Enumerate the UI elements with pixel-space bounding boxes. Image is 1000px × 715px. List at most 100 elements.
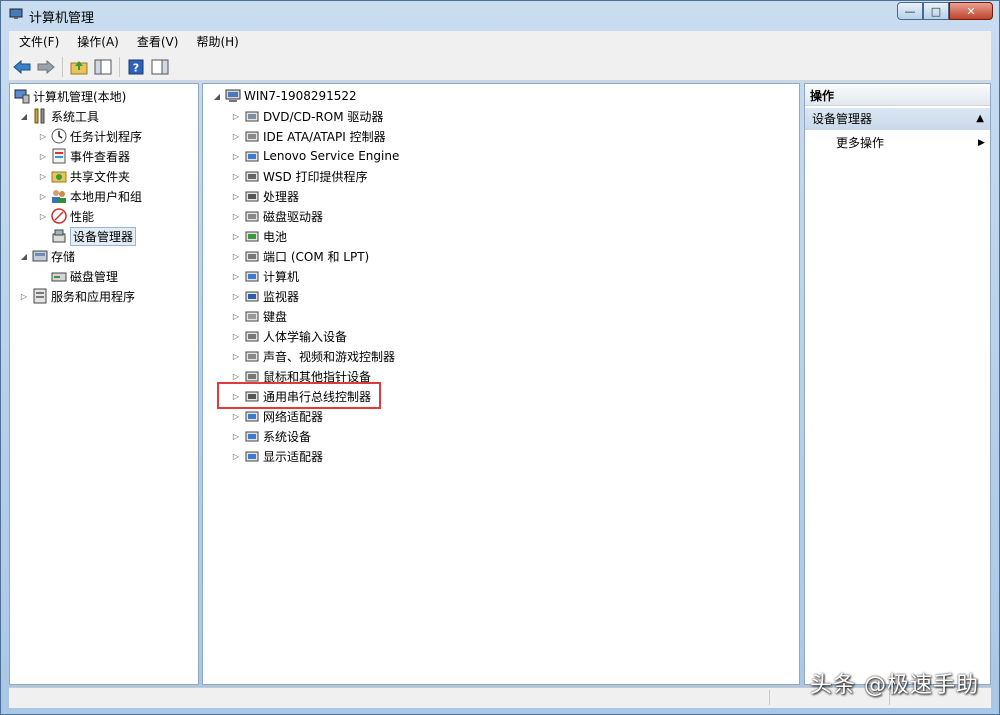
- actions-section-device-manager[interactable]: 设备管理器 ▲: [805, 108, 990, 130]
- expand-arrow-icon[interactable]: ▷: [230, 186, 242, 206]
- collapse-arrow-icon[interactable]: ◢: [18, 246, 30, 266]
- highlight-annotation-box: [217, 382, 381, 409]
- menu-help[interactable]: 帮助(H): [186, 31, 246, 53]
- help-icon: ?: [128, 59, 144, 74]
- tree-node-event-viewer[interactable]: ▷ 事件查看器: [37, 146, 130, 166]
- expand-arrow-icon[interactable]: ▷: [230, 246, 242, 266]
- console-tree-pane[interactable]: 计算机管理(本地) ◢ 系统工具 ▷ 任务计划程序 ▷ 事件查看器 ▷ 共享文件…: [9, 83, 199, 685]
- storage-icon: [32, 250, 48, 262]
- svg-text:?: ?: [133, 61, 139, 74]
- expand-arrow-icon[interactable]: ▷: [230, 426, 242, 446]
- tree-label-storage: 存储: [51, 249, 76, 264]
- expand-arrow-icon[interactable]: ▷: [230, 166, 242, 186]
- maximize-button[interactable]: □: [923, 2, 949, 20]
- more-actions-item[interactable]: 更多操作 ▶: [836, 134, 985, 152]
- device-category-item[interactable]: ▷ 监视器: [230, 286, 299, 306]
- show-hide-action-pane-button[interactable]: [149, 56, 171, 78]
- device-category-item[interactable]: ▷ 人体学输入设备: [230, 326, 347, 346]
- device-category-label: 端口 (COM 和 LPT): [263, 249, 370, 264]
- device-category-item[interactable]: ▷ 系统设备: [230, 426, 311, 446]
- device-category-item[interactable]: ▷ 网络适配器: [230, 406, 323, 426]
- expand-arrow-icon[interactable]: ▷: [230, 306, 242, 326]
- tree-node-task-scheduler[interactable]: ▷ 任务计划程序: [37, 126, 142, 146]
- title-bar[interactable]: 计算机管理 — □ ✕: [1, 1, 999, 29]
- device-category-item[interactable]: ▷ IDE ATA/ATAPI 控制器: [230, 126, 386, 146]
- expand-arrow-icon[interactable]: ▷: [230, 406, 242, 426]
- up-button[interactable]: [68, 56, 90, 78]
- tree-label-performance: 性能: [70, 209, 95, 224]
- collapse-arrow-icon[interactable]: ◢: [18, 106, 30, 126]
- device-category-icon: [245, 331, 259, 342]
- device-category-item[interactable]: ▷ WSD 打印提供程序: [230, 166, 368, 186]
- tree-node-performance[interactable]: ▷ 性能: [37, 206, 94, 226]
- device-category-item[interactable]: ▷ Lenovo Service Engine: [230, 146, 399, 166]
- device-category-item[interactable]: ▷ 处理器: [230, 186, 299, 206]
- help-button[interactable]: ?: [125, 56, 147, 78]
- tree-node-root[interactable]: 计算机管理(本地): [12, 86, 126, 106]
- tree-node-shared-folders[interactable]: ▷ 共享文件夹: [37, 166, 130, 186]
- device-category-icon: [245, 191, 259, 202]
- device-category-item[interactable]: ▷ 端口 (COM 和 LPT): [230, 246, 369, 266]
- device-category-item[interactable]: ▷ 磁盘驱动器: [230, 206, 323, 226]
- tree-node-disk-management[interactable]: 磁盘管理: [49, 266, 118, 286]
- device-tree-root[interactable]: ◢ WIN7-1908291522: [211, 86, 357, 106]
- device-category-icon: [245, 131, 259, 142]
- expand-arrow-icon[interactable]: ▷: [230, 266, 242, 286]
- expand-arrow-icon[interactable]: ▷: [37, 166, 49, 186]
- tree-node-local-users[interactable]: ▷ 本地用户和组: [37, 186, 142, 206]
- device-category-label: 监视器: [263, 289, 300, 304]
- expand-arrow-icon[interactable]: ▷: [230, 106, 242, 126]
- back-arrow-icon: [13, 59, 31, 74]
- device-category-item[interactable]: ▷ 显示适配器: [230, 446, 323, 466]
- collapse-arrow-icon[interactable]: ◢: [211, 86, 223, 106]
- more-actions-label: 更多操作: [836, 136, 885, 150]
- toolbar-separator: [62, 56, 63, 77]
- expand-arrow-icon[interactable]: ▷: [230, 126, 242, 146]
- watermark-text: 头条 @极速手助: [810, 673, 979, 698]
- expand-arrow-icon[interactable]: ▷: [37, 126, 49, 146]
- tree-label-event-viewer: 事件查看器: [70, 149, 131, 164]
- expand-arrow-icon[interactable]: ▷: [37, 186, 49, 206]
- expand-arrow-icon[interactable]: ▷: [37, 206, 49, 226]
- device-category-item[interactable]: ▷ 声音、视频和游戏控制器: [230, 346, 395, 366]
- expand-arrow-icon[interactable]: ▷: [230, 446, 242, 466]
- menu-action[interactable]: 操作(A): [67, 31, 127, 53]
- collapse-up-icon[interactable]: ▲: [976, 108, 984, 130]
- tree-node-storage[interactable]: ◢ 存储: [18, 246, 75, 266]
- device-manager-icon: [52, 229, 66, 243]
- device-category-item[interactable]: ▷ DVD/CD-ROM 驱动器: [230, 106, 384, 126]
- tree-node-system-tools[interactable]: ◢ 系统工具: [18, 106, 99, 126]
- actions-section-label: 设备管理器: [812, 112, 873, 126]
- expand-arrow-icon[interactable]: ▷: [18, 286, 30, 306]
- tree-label-task-scheduler: 任务计划程序: [70, 129, 143, 144]
- expand-arrow-icon[interactable]: ▷: [230, 206, 242, 226]
- tree-node-services-apps[interactable]: ▷ 服务和应用程序: [18, 286, 135, 306]
- shared-folder-icon: [51, 171, 67, 183]
- show-hide-tree-button[interactable]: [92, 56, 114, 78]
- expand-arrow-icon[interactable]: ▷: [230, 326, 242, 346]
- minimize-button[interactable]: —: [897, 2, 923, 20]
- computer-icon: [225, 89, 241, 102]
- menu-file[interactable]: 文件(F): [9, 31, 67, 53]
- close-button[interactable]: ✕: [949, 2, 993, 20]
- expand-arrow-icon[interactable]: ▷: [230, 226, 242, 246]
- menu-view[interactable]: 查看(V): [127, 31, 187, 53]
- device-category-icon: [245, 151, 259, 162]
- device-category-label: 电池: [263, 229, 288, 244]
- device-category-item[interactable]: ▷ 键盘: [230, 306, 287, 326]
- expand-arrow-icon[interactable]: ▷: [230, 286, 242, 306]
- expand-arrow-icon[interactable]: ▷: [230, 346, 242, 366]
- device-category-label: 网络适配器: [263, 409, 324, 424]
- forward-button[interactable]: [35, 56, 57, 78]
- tree-node-device-manager[interactable]: 设备管理器: [49, 226, 137, 246]
- device-category-icon: [245, 251, 259, 262]
- device-category-label: Lenovo Service Engine: [263, 149, 400, 163]
- device-category-item[interactable]: ▷ 计算机: [230, 266, 299, 286]
- expand-arrow-icon[interactable]: ▷: [230, 146, 242, 166]
- window-title: 计算机管理: [29, 11, 95, 26]
- toolbar: ?: [9, 53, 991, 81]
- device-category-item[interactable]: ▷ 电池: [230, 226, 287, 246]
- back-button[interactable]: [11, 56, 33, 78]
- expand-arrow-icon[interactable]: ▷: [37, 146, 49, 166]
- tree-label-shared-folders: 共享文件夹: [70, 169, 131, 184]
